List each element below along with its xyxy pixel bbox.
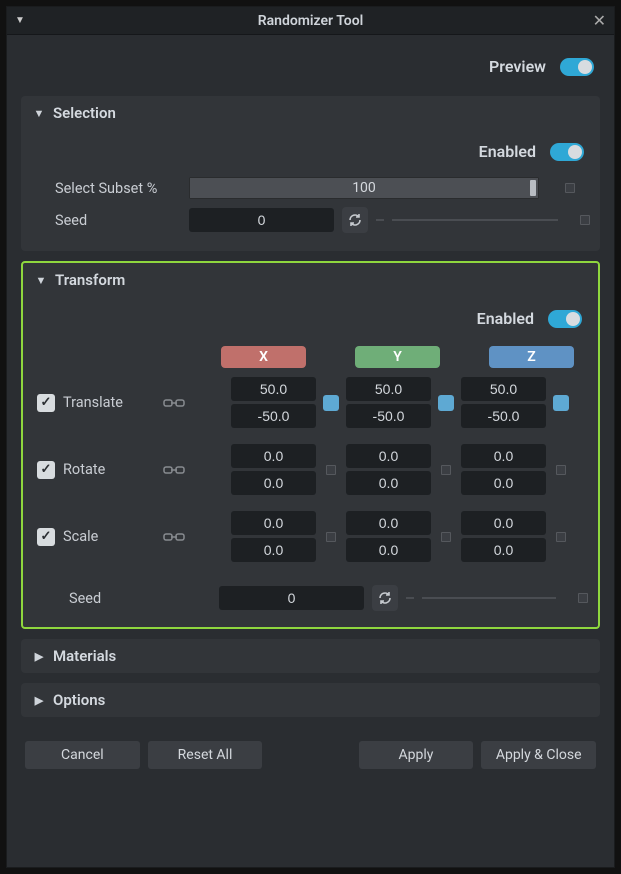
section-options-title: Options (53, 691, 105, 709)
scale-label: Scale (63, 528, 98, 545)
rotate-row: ✓ Rotate (33, 443, 588, 496)
selection-seed-input[interactable] (189, 208, 334, 232)
section-transform: ▼ Transform Enabled X Y Z (21, 261, 600, 629)
translate-x-lo[interactable] (231, 404, 316, 428)
section-materials-title: Materials (53, 647, 116, 665)
subset-animate-checkbox[interactable] (565, 183, 575, 193)
section-options: ▶ Options (21, 683, 600, 717)
selection-enabled-row: Enabled (31, 136, 590, 173)
translate-link-icon[interactable] (159, 397, 189, 409)
subset-row: Select Subset % 100 (31, 173, 590, 203)
translate-y-on[interactable] (438, 395, 454, 411)
translate-z-lo[interactable] (461, 404, 546, 428)
scale-x-on[interactable] (326, 532, 336, 542)
translate-checkbox[interactable]: ✓ (37, 394, 55, 412)
rotate-link-icon[interactable] (159, 464, 189, 476)
transform-enabled-toggle[interactable] (548, 310, 582, 328)
section-selection-title: Selection (53, 104, 116, 122)
rotate-y-on[interactable] (441, 465, 451, 475)
scale-x-lo[interactable] (231, 538, 316, 562)
chevron-down-icon: ▼ (33, 107, 45, 120)
scale-z-hi[interactable] (461, 511, 546, 535)
apply-close-button[interactable]: Apply & Close (481, 741, 596, 769)
translate-y-hi[interactable] (346, 377, 431, 401)
translate-y-lo[interactable] (346, 404, 431, 428)
transform-seed-label: Seed (33, 590, 211, 607)
window-body: Preview ▼ Selection Enabled Select Subse… (7, 35, 614, 867)
transform-reroll-icon[interactable] (372, 585, 398, 611)
chevron-right-icon: ▶ (33, 650, 45, 663)
window-menu-icon[interactable]: ▼ (15, 15, 25, 26)
chevron-down-icon: ▼ (35, 274, 47, 287)
translate-row: ✓ Translate (33, 376, 588, 429)
selection-enabled-label: Enabled (479, 142, 536, 161)
transform-seed-input[interactable] (219, 586, 364, 610)
scale-z-lo[interactable] (461, 538, 546, 562)
scale-row: ✓ Scale (33, 510, 588, 563)
titlebar: ▼ Randomizer Tool ✕ (7, 7, 614, 35)
subset-slider[interactable]: 100 (189, 177, 539, 199)
window-title: Randomizer Tool (7, 13, 614, 29)
randomizer-window: ▼ Randomizer Tool ✕ Preview ▼ Selection … (6, 6, 615, 868)
translate-z-on[interactable] (553, 395, 569, 411)
chevron-right-icon: ▶ (33, 694, 45, 707)
preview-row: Preview (21, 53, 600, 86)
subset-label: Select Subset % (31, 180, 181, 197)
selection-seed-animate-checkbox[interactable] (580, 215, 590, 225)
preview-label: Preview (489, 57, 546, 76)
rotate-z-lo[interactable] (461, 471, 546, 495)
scale-link-icon[interactable] (159, 531, 189, 543)
rotate-label: Rotate (63, 461, 105, 478)
rotate-y-lo[interactable] (346, 471, 431, 495)
reroll-icon[interactable] (342, 207, 368, 233)
transform-seed-animate-checkbox[interactable] (578, 593, 588, 603)
scale-y-lo[interactable] (346, 538, 431, 562)
scale-x-hi[interactable] (231, 511, 316, 535)
transform-seed-row: Seed (33, 577, 588, 613)
selection-enabled-toggle[interactable] (550, 143, 584, 161)
translate-z-hi[interactable] (461, 377, 546, 401)
transform-enabled-row: Enabled (33, 303, 588, 340)
scale-y-hi[interactable] (346, 511, 431, 535)
selection-seed-slider[interactable] (392, 219, 558, 221)
section-materials-header[interactable]: ▶ Materials (21, 639, 600, 673)
subset-value: 100 (190, 178, 538, 198)
rotate-x-lo[interactable] (231, 471, 316, 495)
preview-toggle[interactable] (560, 58, 594, 76)
transform-seed-slider[interactable] (422, 597, 556, 599)
section-materials: ▶ Materials (21, 639, 600, 673)
section-transform-header[interactable]: ▼ Transform (23, 263, 598, 297)
translate-label: Translate (63, 394, 123, 411)
rotate-checkbox[interactable]: ✓ (37, 461, 55, 479)
selection-seed-row: Seed (31, 203, 590, 237)
translate-x-on[interactable] (323, 395, 339, 411)
footer: Cancel Reset All Apply Apply & Close (21, 727, 600, 773)
close-icon[interactable]: ✕ (593, 11, 606, 30)
axis-z-chip: Z (489, 346, 574, 368)
transform-enabled-label: Enabled (477, 309, 534, 328)
scale-y-on[interactable] (441, 532, 451, 542)
rotate-x-hi[interactable] (231, 444, 316, 468)
section-selection: ▼ Selection Enabled Select Subset % 100 (21, 96, 600, 251)
rotate-y-hi[interactable] (346, 444, 431, 468)
selection-seed-label: Seed (31, 212, 181, 229)
reset-all-button[interactable]: Reset All (148, 741, 263, 769)
axis-x-chip: X (221, 346, 306, 368)
axis-y-chip: Y (355, 346, 440, 368)
rotate-z-hi[interactable] (461, 444, 546, 468)
rotate-z-on[interactable] (556, 465, 566, 475)
cancel-button[interactable]: Cancel (25, 741, 140, 769)
apply-button[interactable]: Apply (359, 741, 474, 769)
scale-z-on[interactable] (556, 532, 566, 542)
section-selection-header[interactable]: ▼ Selection (21, 96, 600, 130)
axis-header-row: X Y Z (221, 346, 588, 368)
translate-x-hi[interactable] (231, 377, 316, 401)
section-transform-title: Transform (55, 271, 125, 289)
scale-checkbox[interactable]: ✓ (37, 528, 55, 546)
rotate-x-on[interactable] (326, 465, 336, 475)
section-options-header[interactable]: ▶ Options (21, 683, 600, 717)
